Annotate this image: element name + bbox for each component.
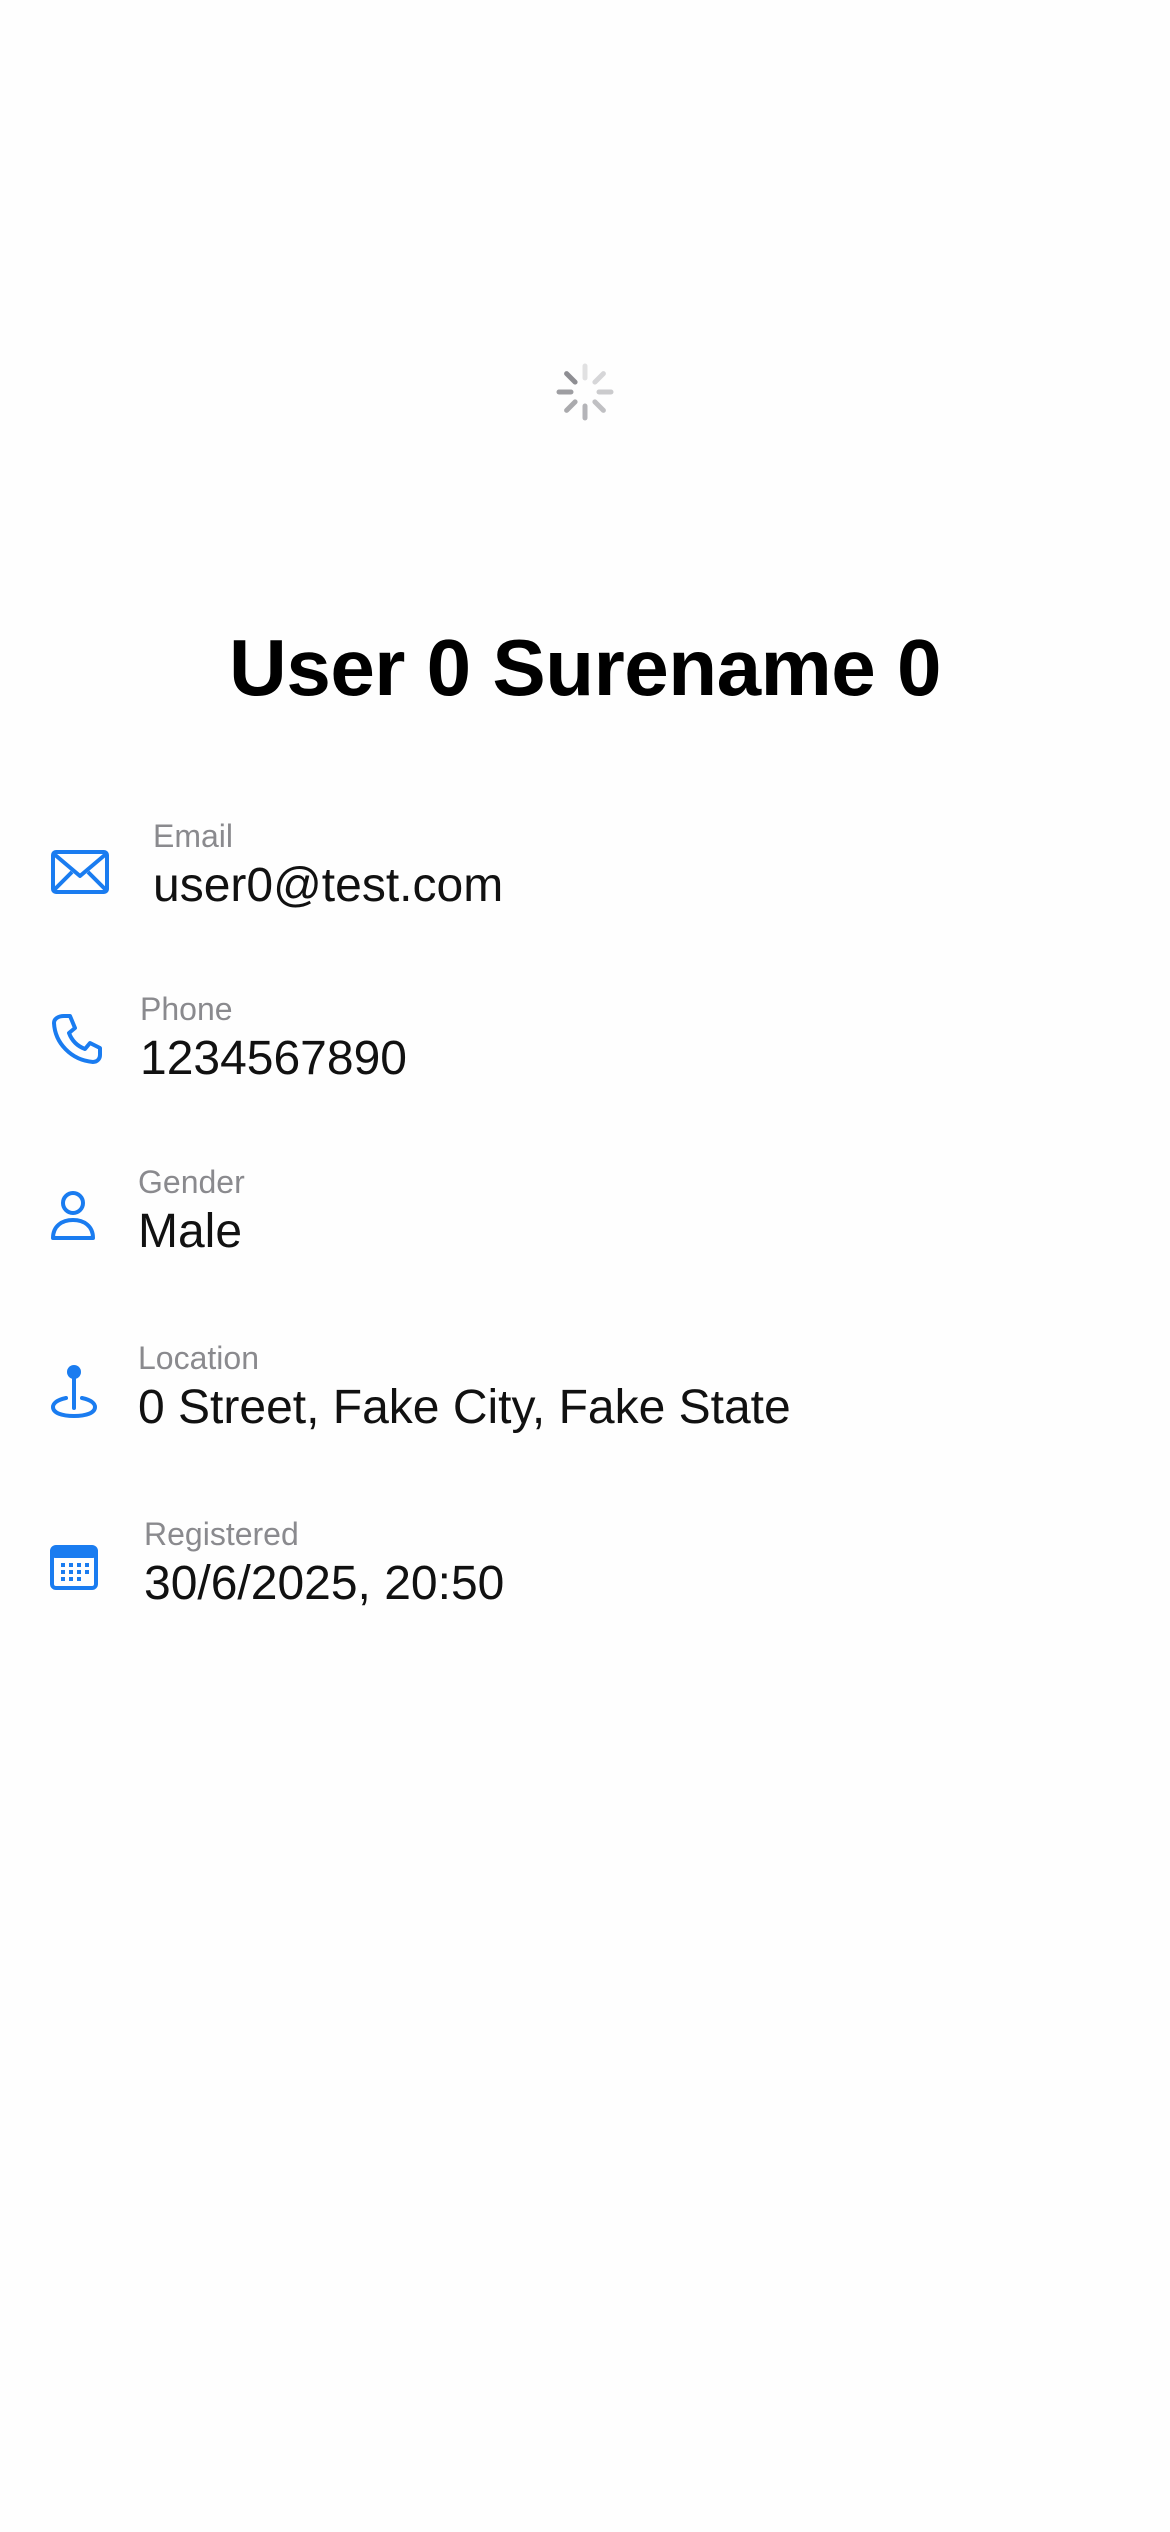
gender-value: Male	[138, 1205, 243, 1258]
location-label: Location	[138, 1340, 259, 1376]
calendar-icon	[50, 1545, 98, 1590]
phone-row: Phone 1234567890	[0, 976, 1170, 1126]
email-label: Email	[153, 818, 234, 854]
location-row: Location 0 Street, Fake City, Fake State	[0, 1328, 1170, 1478]
phone-value[interactable]: 1234567890	[140, 1029, 407, 1089]
phone-label: Phone	[140, 991, 233, 1027]
map-pin-icon	[50, 1365, 98, 1419]
location-value[interactable]: 0 Street, Fake City, Fake State	[138, 1378, 791, 1438]
envelope-icon	[51, 850, 109, 894]
registered-value: 30/6/2025, 20:50	[144, 1557, 505, 1610]
registered-row: Registered 30/6/2025, 20:50	[0, 1504, 1170, 1654]
registered-label: Registered	[144, 1516, 299, 1552]
gender-label: Gender	[138, 1164, 245, 1200]
activity-spinner-icon	[556, 363, 614, 421]
email-value[interactable]: user0@test.com	[153, 856, 503, 916]
phone-icon	[52, 1014, 102, 1064]
email-row: Email user0@test.com	[0, 800, 1170, 950]
gender-row: Gender Male	[0, 1152, 1170, 1302]
profile-name-heading: User 0 Surename 0	[229, 623, 941, 712]
profile-screen: User 0 Surename 0 Email user0@test.com P…	[0, 0, 1170, 2532]
person-icon	[51, 1191, 95, 1240]
